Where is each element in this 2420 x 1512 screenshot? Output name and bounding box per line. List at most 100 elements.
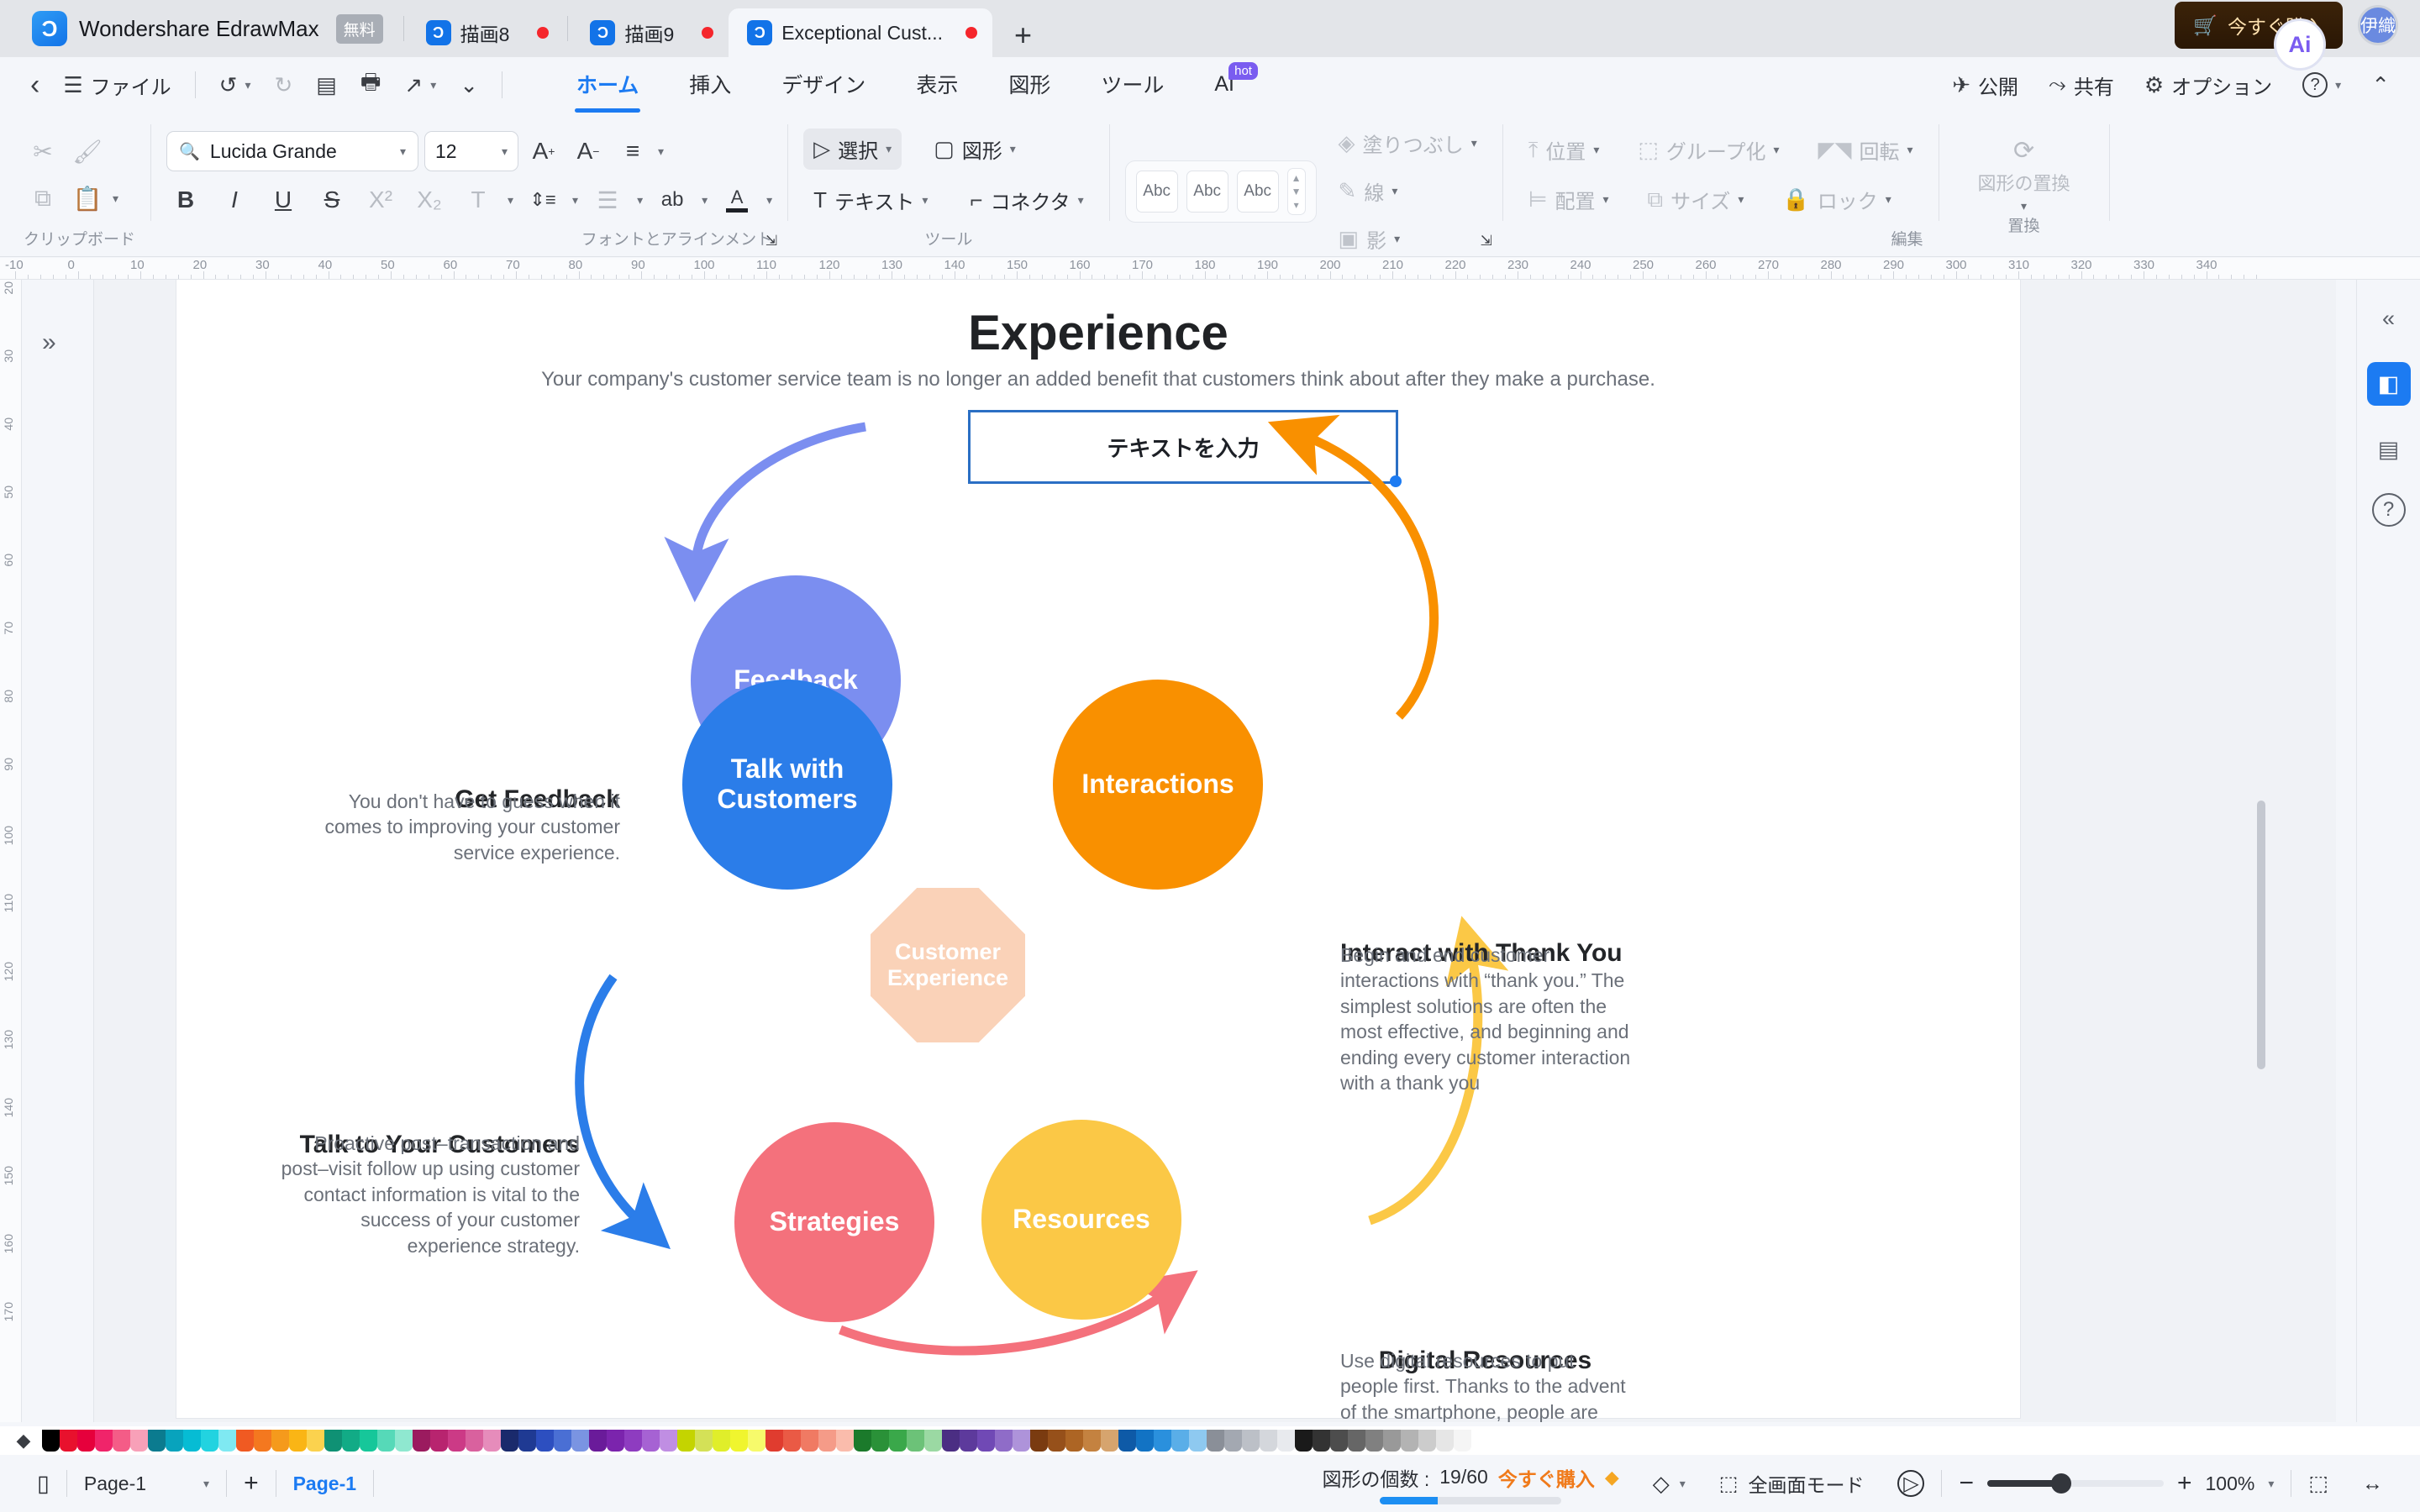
chevron-down-icon[interactable]: ▾ bbox=[1394, 232, 1400, 246]
color-swatch[interactable] bbox=[236, 1430, 254, 1452]
color-swatch[interactable] bbox=[1348, 1430, 1365, 1452]
color-swatch[interactable] bbox=[1242, 1430, 1260, 1452]
select-tool-button[interactable]: ▷ 選択 ▾ bbox=[803, 129, 902, 170]
color-swatch[interactable] bbox=[1154, 1430, 1171, 1452]
publish-button[interactable]: ✈ 公開 bbox=[1940, 71, 2030, 100]
color-swatch[interactable] bbox=[448, 1430, 466, 1452]
color-swatch[interactable] bbox=[430, 1430, 448, 1452]
color-swatch[interactable] bbox=[765, 1430, 783, 1452]
zoom-in-button[interactable]: + bbox=[2177, 1469, 2192, 1498]
color-swatch[interactable] bbox=[130, 1430, 148, 1452]
theme-button[interactable]: ◇ ▾ bbox=[1636, 1471, 1702, 1497]
style-dialog-launcher-icon[interactable]: ⇲ bbox=[1481, 233, 1492, 249]
add-page-button[interactable]: + bbox=[227, 1469, 276, 1498]
color-swatch[interactable] bbox=[1418, 1430, 1436, 1452]
sidebar-item-fill-style[interactable]: ◧ bbox=[2366, 362, 2411, 406]
font-color-icon[interactable]: A bbox=[718, 181, 756, 218]
color-swatch[interactable] bbox=[1260, 1430, 1277, 1452]
sidebar-collapse-icon[interactable]: « bbox=[2367, 297, 2411, 340]
align-button[interactable]: ⊨ 配置 ▾ bbox=[1518, 179, 1619, 220]
line-spacing-icon[interactable]: ⇕≡ bbox=[523, 181, 562, 218]
node-interactions[interactable]: Interactions bbox=[1053, 680, 1263, 890]
shrink-font-icon[interactable]: A − bbox=[569, 133, 608, 170]
paragraph-align-icon[interactable]: ≡ bbox=[613, 133, 652, 170]
lock-button[interactable]: 🔒 ロック ▾ bbox=[1772, 179, 1901, 220]
color-swatch[interactable] bbox=[607, 1430, 624, 1452]
color-swatch[interactable] bbox=[518, 1430, 536, 1452]
color-swatch[interactable] bbox=[483, 1430, 501, 1452]
chevron-down-icon[interactable]: ▾ bbox=[1602, 192, 1608, 207]
color-swatch[interactable] bbox=[201, 1430, 218, 1452]
color-swatch[interactable] bbox=[536, 1430, 554, 1452]
color-swatch[interactable] bbox=[818, 1430, 836, 1452]
ribbon-tab-design[interactable]: デザイン bbox=[756, 57, 891, 113]
chevron-down-icon[interactable]: ▾ bbox=[245, 78, 250, 92]
chevron-up-icon[interactable]: ▲ bbox=[1292, 173, 1302, 183]
color-swatch[interactable] bbox=[854, 1430, 871, 1452]
rotate-button[interactable]: ◤◥ 回転 ▾ bbox=[1808, 129, 1923, 171]
chevron-down-icon[interactable]: ▾ bbox=[572, 193, 578, 207]
annotation-interact-with-thank-you[interactable]: Interact with Thank You Begin and end cu… bbox=[1340, 939, 1643, 1096]
font-size-select[interactable]: 12 ▾ bbox=[424, 131, 519, 171]
text-effect-icon[interactable]: T bbox=[459, 181, 497, 218]
color-swatch[interactable] bbox=[960, 1430, 977, 1452]
shadow-button[interactable]: ▣ 影 ▾ bbox=[1328, 218, 1487, 260]
color-swatch[interactable] bbox=[1454, 1430, 1471, 1452]
chevron-down-icon[interactable]: ▾ bbox=[1010, 142, 1016, 156]
color-swatch[interactable] bbox=[660, 1430, 677, 1452]
document-tab-3-active[interactable]: Ɔ Exceptional Cust... bbox=[729, 8, 993, 57]
text-wrap-icon[interactable]: ab bbox=[653, 181, 692, 218]
horizontal-ruler[interactable]: -10 0 10 20 30 40 50 60 70 80 90 100 110 120 130 140 150… bbox=[0, 258, 2420, 280]
shape-tool-button[interactable]: ▢ 図形 ▾ bbox=[923, 129, 1026, 170]
node-resources[interactable]: Resources bbox=[981, 1120, 1181, 1320]
color-swatch[interactable] bbox=[307, 1430, 324, 1452]
chevron-down-icon[interactable]: ▼ bbox=[1292, 186, 1302, 197]
play-button[interactable]: ▷ bbox=[1881, 1470, 1941, 1497]
color-swatch[interactable] bbox=[1101, 1430, 1118, 1452]
chevron-down-icon[interactable]: ▾ bbox=[502, 144, 508, 159]
undo-button[interactable]: ↺ ▾ bbox=[208, 72, 263, 98]
chevron-down-icon[interactable]: ▾ bbox=[2335, 78, 2341, 92]
annotation-get-feedback[interactable]: Get Feedback You don't have to guess whe… bbox=[318, 785, 620, 865]
color-swatch-list[interactable] bbox=[42, 1430, 2420, 1452]
zoom-slider-knob[interactable] bbox=[2050, 1473, 2071, 1494]
color-swatch[interactable] bbox=[271, 1430, 289, 1452]
color-swatch[interactable] bbox=[342, 1430, 360, 1452]
chevron-down-icon[interactable]: ▾ bbox=[658, 144, 664, 159]
color-swatch[interactable] bbox=[148, 1430, 166, 1452]
grow-font-icon[interactable]: A + bbox=[524, 133, 563, 170]
style-preview-3[interactable]: Abc bbox=[1236, 170, 1279, 213]
canvas-area[interactable]: Experience Your company's customer servi… bbox=[94, 280, 2336, 1422]
color-swatch[interactable] bbox=[1207, 1430, 1224, 1452]
chevron-down-icon[interactable]: ▾ bbox=[508, 193, 513, 207]
vertical-ruler[interactable]: 20 30 40 50 60 70 80 90 100 110 120 130 140 150 160 170 bbox=[0, 280, 22, 1422]
more-commands-button[interactable]: ⌄ bbox=[448, 72, 490, 98]
chevron-down-icon[interactable]: ▾ bbox=[2268, 1477, 2274, 1491]
style-gallery[interactable]: Abc Abc Abc ▲ ▼ ▾ bbox=[1124, 160, 1317, 223]
position-button[interactable]: ⤒ 位置 ▾ bbox=[1518, 129, 1610, 171]
file-menu-button[interactable]: ☰ ファイル bbox=[51, 71, 182, 100]
cut-icon[interactable]: ✂ bbox=[24, 133, 62, 170]
chevron-down-icon[interactable]: ▾ bbox=[2021, 199, 2027, 213]
color-swatch[interactable] bbox=[395, 1430, 413, 1452]
color-swatch[interactable] bbox=[1295, 1430, 1313, 1452]
color-swatch[interactable] bbox=[871, 1430, 889, 1452]
strikethrough-button[interactable]: S bbox=[313, 181, 351, 218]
color-swatch[interactable] bbox=[360, 1430, 377, 1452]
node-strategies[interactable]: Strategies bbox=[734, 1122, 934, 1322]
color-swatch[interactable] bbox=[924, 1430, 942, 1452]
color-swatch[interactable] bbox=[642, 1430, 660, 1452]
color-swatch[interactable] bbox=[748, 1430, 765, 1452]
vertical-scrollbar[interactable] bbox=[2257, 801, 2265, 1069]
sidebar-item-presentation[interactable]: ▤ bbox=[2367, 428, 2411, 471]
expand-library-icon[interactable]: » bbox=[42, 328, 56, 357]
color-swatch[interactable] bbox=[377, 1430, 395, 1452]
color-swatch[interactable] bbox=[942, 1430, 960, 1452]
color-swatch[interactable] bbox=[1224, 1430, 1242, 1452]
color-swatch[interactable] bbox=[1436, 1430, 1454, 1452]
subscript-button[interactable]: X₂ bbox=[410, 181, 449, 218]
color-swatch[interactable] bbox=[1365, 1430, 1383, 1452]
color-swatch[interactable] bbox=[183, 1430, 201, 1452]
chevron-down-icon[interactable]: ▾ bbox=[1593, 143, 1599, 157]
ribbon-tab-insert[interactable]: 挿入 bbox=[664, 57, 756, 113]
